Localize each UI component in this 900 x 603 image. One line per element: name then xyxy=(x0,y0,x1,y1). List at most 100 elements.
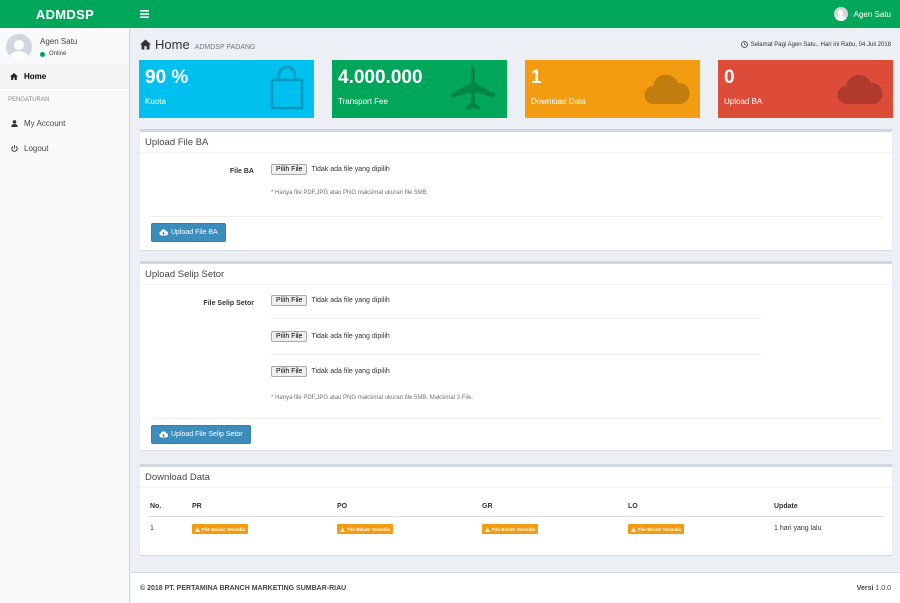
button-label: Upload File Selip Setor xyxy=(171,431,243,438)
sidebar-toggle-button[interactable] xyxy=(130,0,158,28)
choose-file-button[interactable]: Pilih File xyxy=(271,295,308,306)
greeting-text: Selamat Pagi Agen Satu.. Hari ini Rabu, … xyxy=(750,41,891,48)
clock-icon xyxy=(740,41,748,48)
file-setor-input-2[interactable]: Pilih File Tidak ada file yang dipilih xyxy=(271,331,390,342)
app-logo[interactable]: ADMDSP xyxy=(0,0,130,28)
panel-title: Upload File BA xyxy=(140,132,892,153)
page-title: Home ADMDSP PADANG xyxy=(140,37,256,52)
stat-value: 90 % xyxy=(145,67,189,88)
sidebar-item-label: Logout xyxy=(24,144,49,153)
stat-label: Kuota xyxy=(145,97,166,106)
user-status-label: Online xyxy=(49,51,67,57)
badge-label: File Belum Tersedia xyxy=(347,526,391,532)
choose-file-button[interactable]: Pilih File xyxy=(271,366,308,377)
sidebar-item-label: Home xyxy=(24,72,47,81)
divider xyxy=(271,318,761,319)
cell-update: 1 hari yang lalu xyxy=(774,525,822,532)
online-dot-icon xyxy=(40,51,45,57)
stat-box-upload-ba: 0 Upload BA xyxy=(718,60,893,118)
power-icon xyxy=(10,145,18,153)
user-menu-name: Agen Satu xyxy=(853,9,891,19)
help-text: * Hanya file PDF,JPG atau PNG maksimal u… xyxy=(271,190,429,196)
sidebar-section-header: PENGATURAN xyxy=(0,89,129,111)
warning-icon xyxy=(340,526,345,532)
warning-icon xyxy=(195,526,200,532)
stat-label: Transport Fee xyxy=(338,97,388,106)
file-status: Tidak ada file yang dipilih xyxy=(311,368,390,375)
badge-label: File Belum Tersedia xyxy=(492,526,536,532)
greeting: Selamat Pagi Agen Satu.. Hari ini Rabu, … xyxy=(740,41,891,48)
help-text: * Hanya file PDF,JPG atau PNG maksimal u… xyxy=(271,395,474,401)
status-badge-po[interactable]: File Belum Tersedia xyxy=(337,524,394,534)
user-name: Agen Satu xyxy=(40,37,78,46)
cloud-upload-icon xyxy=(159,431,168,438)
file-setor-label: File Selip Setor xyxy=(203,300,254,307)
sidebar-item-my-account[interactable]: My Account xyxy=(0,111,129,136)
file-status: Tidak ada file yang dipilih xyxy=(311,166,390,173)
page-title-text: Home xyxy=(155,37,190,52)
user-menu[interactable]: Agen Satu xyxy=(833,0,891,28)
upload-setor-panel: Upload Selip Setor File Selip Setor Pili… xyxy=(140,261,892,450)
footer: © 2018 PT. PERTAMINA BRANCH MARKETING SU… xyxy=(131,572,900,603)
main-content: Home ADMDSP PADANG Selamat Pagi Agen Sat… xyxy=(131,28,900,572)
column-header-gr: GR xyxy=(482,503,493,510)
divider xyxy=(148,516,884,517)
page-subtitle: ADMDSP PADANG xyxy=(194,44,256,51)
stat-label: Download Data xyxy=(531,97,586,106)
stat-box-transport-fee: 4.000.000 Transport Fee xyxy=(332,60,507,118)
download-data-panel: Download Data No. PR PO GR LO Update 1 F… xyxy=(140,464,892,555)
sidebar: Agen Satu Online Home PENGATURAN My Acco… xyxy=(0,28,130,603)
avatar xyxy=(6,34,32,60)
stat-box-download-data: 1 Download Data xyxy=(525,60,700,118)
choose-file-button[interactable]: Pilih File xyxy=(271,331,308,342)
choose-file-button[interactable]: Pilih File xyxy=(271,164,308,175)
divider xyxy=(150,418,882,419)
file-status: Tidak ada file yang dipilih xyxy=(311,333,390,340)
column-header-pr: PR xyxy=(192,503,202,510)
status-badge-pr[interactable]: File Belum Tersedia xyxy=(192,524,249,534)
divider xyxy=(150,216,882,217)
status-badge-gr[interactable]: File Belum Tersedia xyxy=(482,524,539,534)
avatar xyxy=(833,7,848,21)
upload-ba-panel: Upload File BA File BA Pilih File Tidak … xyxy=(140,129,892,250)
upload-setor-button[interactable]: Upload File Selip Setor xyxy=(151,425,251,444)
cloud-upload-icon xyxy=(159,229,168,236)
column-header-no: No. xyxy=(150,503,162,510)
stat-value: 4.000.000 xyxy=(338,67,423,88)
home-icon xyxy=(140,39,151,50)
sidebar-item-home[interactable]: Home xyxy=(0,64,129,89)
file-ba-input[interactable]: Pilih File Tidak ada file yang dipilih xyxy=(271,164,390,175)
panel-title: Download Data xyxy=(140,467,892,488)
stat-box-kuota: 90 % Kuota xyxy=(139,60,314,118)
file-setor-input-3[interactable]: Pilih File Tidak ada file yang dipilih xyxy=(271,366,390,377)
version-label: Versi xyxy=(856,584,874,592)
plane-icon xyxy=(451,66,495,110)
user-status: Online xyxy=(40,51,66,57)
status-badge-lo[interactable]: File Belum Tersedia xyxy=(628,524,685,534)
button-label: Upload File BA xyxy=(171,229,218,236)
stat-value: 0 xyxy=(724,67,735,88)
shopping-bag-icon xyxy=(270,66,304,110)
stat-label: Upload BA xyxy=(724,97,763,106)
sidebar-item-logout[interactable]: Logout xyxy=(0,136,129,161)
file-ba-label: File BA xyxy=(229,168,254,175)
column-header-lo: LO xyxy=(628,503,638,510)
version-number: 1.0.0 xyxy=(875,584,891,592)
upload-ba-button[interactable]: Upload File BA xyxy=(151,223,226,242)
sidebar-item-label: My Account xyxy=(24,119,66,128)
column-header-po: PO xyxy=(337,503,348,510)
home-icon xyxy=(10,73,18,81)
warning-icon xyxy=(485,526,490,532)
panel-title: Upload Selip Setor xyxy=(140,264,892,285)
menu-icon xyxy=(139,10,149,18)
badge-label: File Belum Tersedia xyxy=(202,526,246,532)
user-panel: Agen Satu Online xyxy=(0,28,129,64)
cloud-icon xyxy=(837,74,883,105)
footer-copyright: © 2018 PT. PERTAMINA BRANCH MARKETING SU… xyxy=(140,584,347,592)
cell-no: 1 xyxy=(150,525,154,532)
cloud-icon xyxy=(644,74,690,105)
file-setor-input-1[interactable]: Pilih File Tidak ada file yang dipilih xyxy=(271,295,390,306)
stat-value: 1 xyxy=(531,67,542,88)
user-icon xyxy=(10,120,18,128)
divider xyxy=(271,354,761,355)
